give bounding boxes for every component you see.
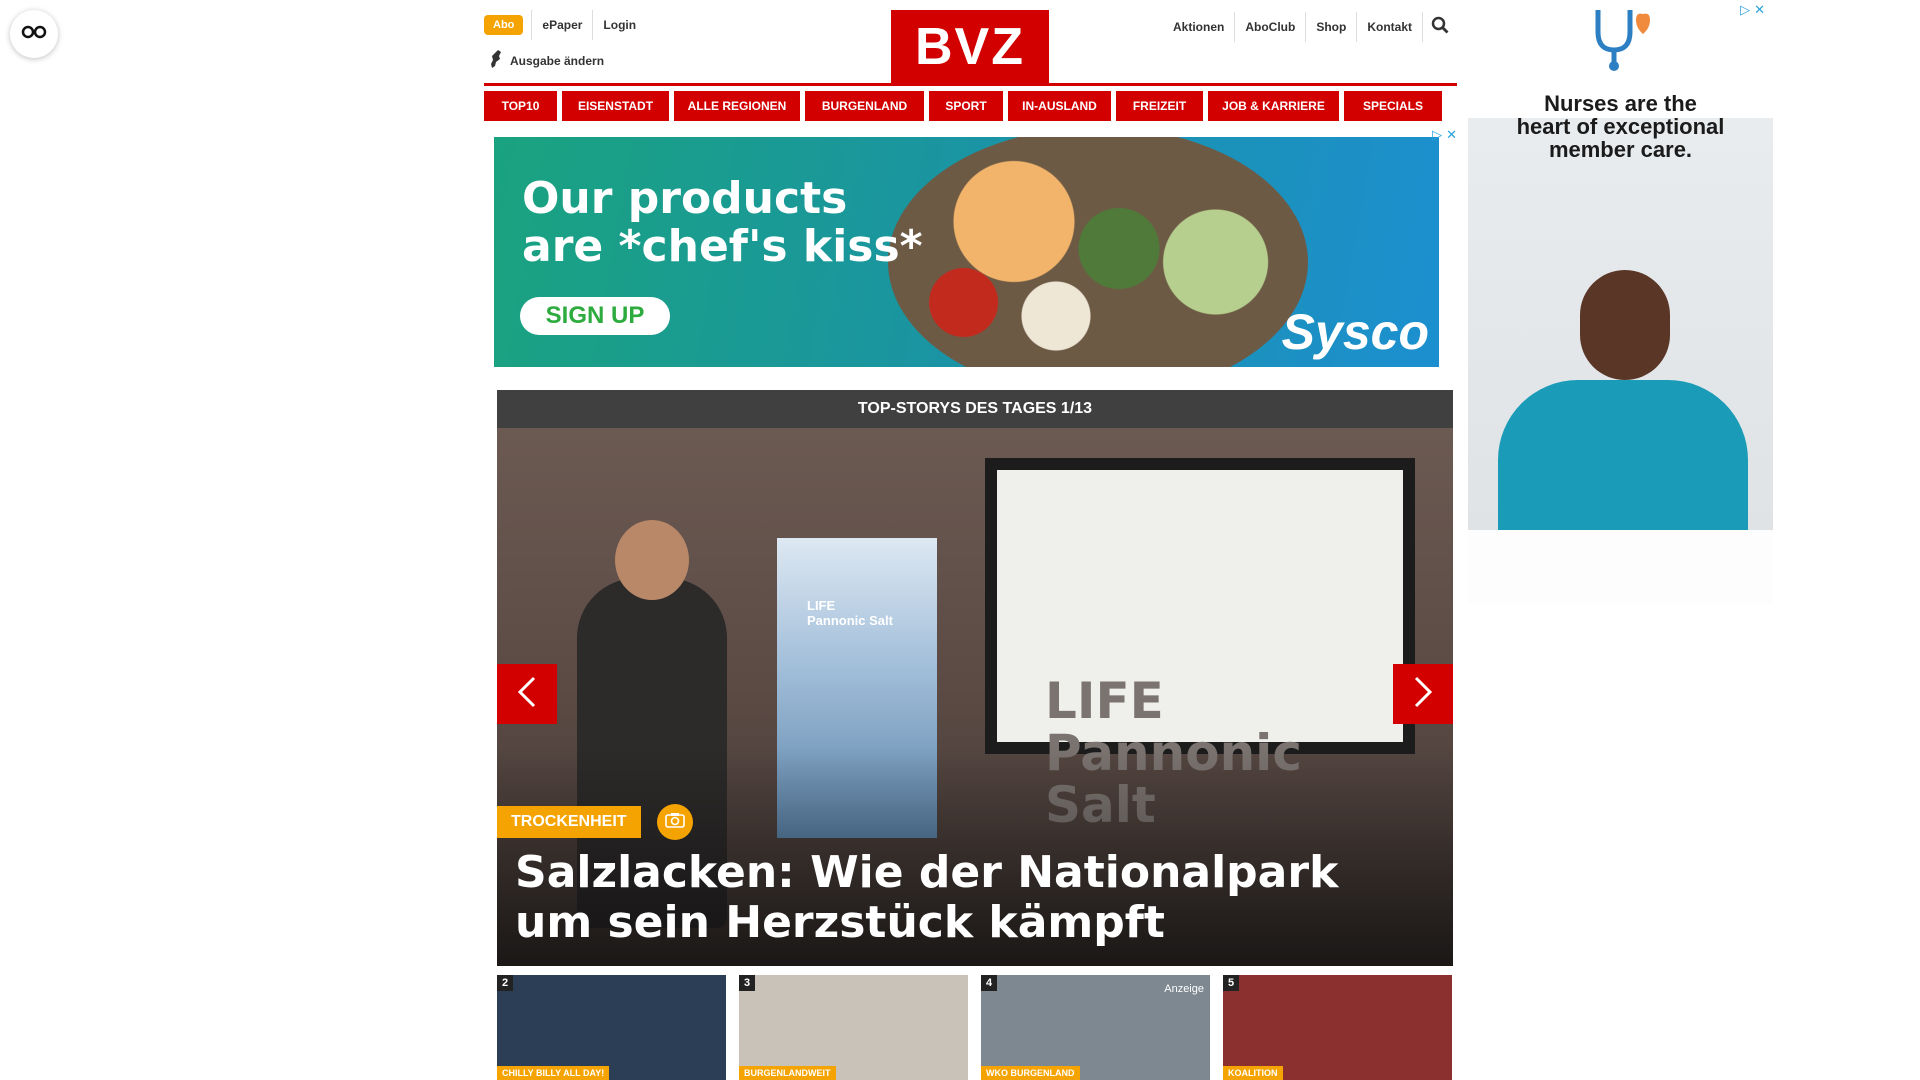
speaker-head xyxy=(615,520,689,600)
search-button[interactable] xyxy=(1423,10,1457,44)
projection-screen: LIFE Pannonic Salt xyxy=(985,458,1415,831)
search-icon xyxy=(1431,16,1449,39)
nav-freizeit[interactable]: FREIZEIT xyxy=(1116,91,1203,121)
nav-burgenland[interactable]: BURGENLAND xyxy=(805,91,924,121)
nurse-ad-creative[interactable]: Nurses are the heart of exceptional memb… xyxy=(1468,0,1773,530)
edition-label: Ausgabe ändern xyxy=(510,53,605,68)
stethoscope-heart-icon xyxy=(1590,6,1652,77)
chevron-left-icon xyxy=(516,675,538,714)
story-thumbnails: 2 CHILLY BILLY ALL DAY! 3 BURGENLANDWEIT… xyxy=(497,975,1453,1080)
prev-story-button[interactable] xyxy=(497,664,557,724)
side-ad-line-1: Nurses are the xyxy=(1544,91,1697,116)
header-divider xyxy=(484,83,1457,86)
ad-signup-button[interactable]: SIGN UP xyxy=(520,297,670,335)
hero-category-tag[interactable]: TROCKENHEIT xyxy=(497,806,641,838)
nav-sport[interactable]: SPORT xyxy=(929,91,1003,121)
ad-brand-logo: Sysco xyxy=(1281,304,1429,360)
hero-story[interactable]: LIFE Pannonic Salt LIFE Pannonic Salt TR… xyxy=(497,428,1453,966)
kontakt-link[interactable]: Kontakt xyxy=(1357,12,1423,42)
thumbnail-number: 3 xyxy=(739,975,755,991)
thumbnail-tag: KOALITION xyxy=(1223,1066,1283,1080)
chevron-right-icon xyxy=(1412,675,1434,714)
thumbnail-tag: CHILLY BILLY ALL DAY! xyxy=(497,1066,610,1080)
burgenland-map-icon xyxy=(490,50,502,71)
glasses-icon xyxy=(21,25,47,44)
side-ad-line-2: heart of exceptional xyxy=(1516,114,1725,139)
utility-right: Aktionen AboClub Shop Kontakt xyxy=(1163,10,1457,44)
thumbnail-story-2[interactable]: 2 CHILLY BILLY ALL DAY! xyxy=(497,975,726,1080)
adchoices-icon[interactable]: ▷ xyxy=(1740,2,1750,18)
thumbnail-number: 2 xyxy=(497,975,513,991)
ad-headline: Our products are *chef's kiss* xyxy=(522,175,923,271)
nurse-body xyxy=(1498,380,1748,530)
next-story-button[interactable] xyxy=(1393,664,1453,724)
screen-line-1: LIFE xyxy=(1045,672,1164,730)
login-link[interactable]: Login xyxy=(593,10,646,40)
side-ad-choices[interactable]: ▷ ✕ xyxy=(1740,2,1765,18)
site-header: Abo ePaper Login Ausgabe ändern BVZ Akti… xyxy=(484,0,1457,88)
adchoices-icon[interactable]: ▷ xyxy=(1432,127,1442,143)
aktionen-link[interactable]: Aktionen xyxy=(1163,12,1236,42)
nav-alle-regionen[interactable]: ALLE REGIONEN xyxy=(674,91,800,121)
thumbnail-number: 5 xyxy=(1223,975,1239,991)
thumbnail-story-3[interactable]: 3 BURGENLANDWEIT xyxy=(739,975,968,1080)
banner-line-1: LIFE xyxy=(807,598,836,613)
ad-headline-line-2: are *chef's kiss* xyxy=(522,221,923,272)
sysco-ad-banner[interactable]: Our products are *chef's kiss* SIGN UP S… xyxy=(494,127,1457,381)
side-ad-line-3: member care. xyxy=(1548,137,1693,162)
nurse-head xyxy=(1580,270,1670,380)
edition-switch[interactable]: Ausgabe ändern xyxy=(490,50,604,71)
ad-headline-line-1: Our products xyxy=(522,173,848,224)
side-ad[interactable]: Nurses are the heart of exceptional memb… xyxy=(1468,0,1773,605)
nav-top10[interactable]: TOP10 xyxy=(484,91,557,121)
thumbnail-story-5[interactable]: 5 KOALITION xyxy=(1223,975,1452,1080)
ad-creative[interactable]: Our products are *chef's kiss* SIGN UP S… xyxy=(494,137,1439,367)
hero-headline[interactable]: Salzlacken: Wie der Nationalpark um sein… xyxy=(515,848,1415,948)
gallery-badge xyxy=(657,804,693,840)
aboclub-link[interactable]: AboClub xyxy=(1235,12,1307,42)
epaper-link[interactable]: ePaper xyxy=(531,10,594,40)
vegetables-image xyxy=(888,137,1308,367)
nav-eisenstadt[interactable]: EISENSTADT xyxy=(562,91,669,121)
main-nav: TOP10 EISENSTADT ALLE REGIONEN BURGENLAN… xyxy=(484,91,1457,121)
side-ad-headline: Nurses are the heart of exceptional memb… xyxy=(1468,92,1773,161)
nav-in-ausland[interactable]: IN-AUSLAND xyxy=(1008,91,1111,121)
thumbnail-story-4[interactable]: 4 Anzeige WKO BURGENLAND xyxy=(981,975,1210,1080)
bvz-logo[interactable]: BVZ xyxy=(891,10,1049,84)
banner-text: LIFE Pannonic Salt xyxy=(807,598,893,628)
banner-line-2: Pannonic Salt xyxy=(807,613,893,628)
top-stories-header: TOP-STORYS DES TAGES 1/13 xyxy=(497,390,1453,428)
thumbnail-tag: WKO BURGENLAND xyxy=(981,1066,1080,1080)
anzeige-label: Anzeige xyxy=(1164,983,1204,995)
top-stories: TOP-STORYS DES TAGES 1/13 LIFE Pannonic … xyxy=(497,390,1453,966)
utility-left: Abo ePaper Login xyxy=(484,10,646,40)
ad-choices[interactable]: ▷ ✕ xyxy=(1432,127,1457,143)
nav-specials[interactable]: SPECIALS xyxy=(1344,91,1442,121)
nav-job-karriere[interactable]: JOB & KARRIERE xyxy=(1208,91,1339,121)
thumbnail-tag: BURGENLANDWEIT xyxy=(739,1066,836,1080)
camera-icon xyxy=(665,812,685,833)
thumbnail-number: 4 xyxy=(981,975,997,991)
shop-link[interactable]: Shop xyxy=(1306,12,1358,42)
reader-mode-button[interactable] xyxy=(10,10,58,58)
close-icon[interactable]: ✕ xyxy=(1754,2,1765,18)
abo-button[interactable]: Abo xyxy=(484,15,524,35)
close-icon[interactable]: ✕ xyxy=(1446,127,1457,143)
